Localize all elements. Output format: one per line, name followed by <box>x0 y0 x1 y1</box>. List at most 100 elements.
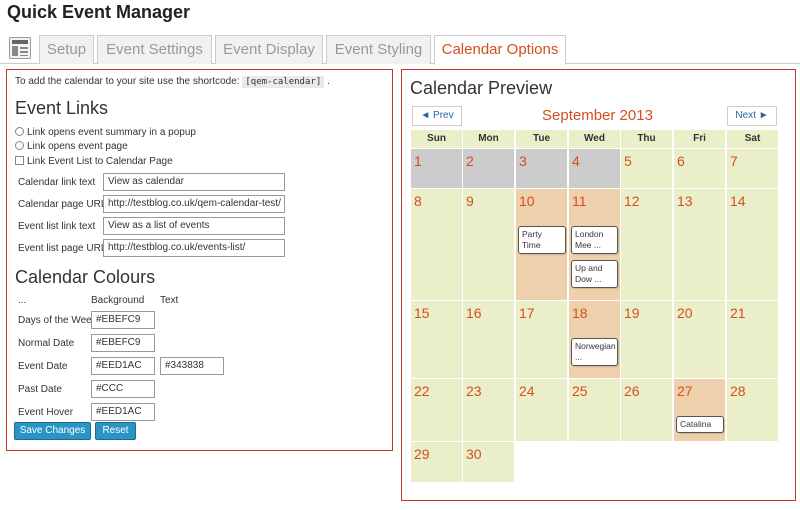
radio-icon[interactable] <box>15 127 24 136</box>
colour-label-days-of-week: Days of the Week <box>18 315 97 326</box>
calendar-day-cell[interactable]: 28 <box>727 379 778 441</box>
calendar-day-cell[interactable]: 16 <box>463 301 514 378</box>
calendar-preview-title: Calendar Preview <box>410 78 553 98</box>
day-number: 11 <box>572 193 587 209</box>
calendar-day-cell[interactable]: 6 <box>674 149 725 188</box>
day-number: 18 <box>572 305 588 321</box>
day-number: 17 <box>519 305 535 321</box>
calendar-day-cell[interactable]: 30 <box>463 442 514 482</box>
calendar-day-cell[interactable]: 4 <box>569 149 620 188</box>
checkbox-icon[interactable] <box>15 156 24 165</box>
tab-calendar-options[interactable]: Calendar Options <box>434 35 566 65</box>
day-number: 3 <box>519 153 527 169</box>
shortcode-code: [qem-calendar] <box>242 76 325 88</box>
day-number: 5 <box>624 153 632 169</box>
event-hover-bg-input[interactable]: #EED1AC <box>91 403 155 421</box>
tab-bar: Setup Event Settings Event Display Event… <box>0 35 800 65</box>
calendar-day-cell[interactable]: 14 <box>727 189 778 300</box>
event-link[interactable]: Norwegian ... <box>571 338 618 366</box>
tab-setup[interactable]: Setup <box>39 35 94 64</box>
calendar-day-cell[interactable]: 12 <box>621 189 672 300</box>
calendar-day-cell[interactable]: 21 <box>727 301 778 378</box>
day-number: 22 <box>414 383 430 399</box>
day-number: 8 <box>414 193 422 209</box>
day-number: 29 <box>414 446 430 462</box>
calendar-page-url-input[interactable]: http://testblog.co.uk/qem-calendar-test/ <box>103 195 285 213</box>
calendar-link-text-input[interactable]: View as calendar <box>103 173 285 191</box>
calendar-day-cell[interactable]: 2 <box>463 149 514 188</box>
event-list-page-url-input[interactable]: http://testblog.co.uk/events-list/ <box>103 239 285 257</box>
dow-header: Sun <box>411 130 462 148</box>
calendar-day-cell[interactable]: 13 <box>674 189 725 300</box>
calendar-day-cell[interactable]: 7 <box>727 149 778 188</box>
event-link[interactable]: Catalina <box>676 416 724 433</box>
calendar-day-cell[interactable]: 19 <box>621 301 672 378</box>
dow-header: Sat <box>727 130 778 148</box>
calendar-day-cell[interactable]: 20 <box>674 301 725 378</box>
day-number: 16 <box>466 305 482 321</box>
past-date-bg-input[interactable]: #CCC <box>91 380 155 398</box>
next-month-button[interactable]: Next ► <box>727 106 777 126</box>
dow-header: Tue <box>516 130 567 148</box>
event-links-heading: Event Links <box>15 98 109 118</box>
calendar-page-url-label: Calendar page URL <box>18 199 107 210</box>
calendar-day-cell[interactable]: 15 <box>411 301 462 378</box>
day-number: 30 <box>466 446 482 462</box>
event-date-bg-input[interactable]: #EED1AC <box>91 357 155 375</box>
day-number: 24 <box>519 383 535 399</box>
tab-event-settings[interactable]: Event Settings <box>97 35 212 64</box>
colours-col-dots: ... <box>18 295 27 306</box>
day-number: 12 <box>624 193 640 209</box>
calendar-day-cell[interactable]: 1 <box>411 149 462 188</box>
day-number: 13 <box>677 193 693 209</box>
event-page-option[interactable]: Link opens event page <box>15 141 128 152</box>
calendar-day-cell[interactable]: 9 <box>463 189 514 300</box>
calendar-day-cell[interactable]: 3 <box>516 149 567 188</box>
day-number: 7 <box>730 153 738 169</box>
calendar-day-cell[interactable]: 8 <box>411 189 462 300</box>
calendar-day-cell[interactable]: 5 <box>621 149 672 188</box>
day-number: 28 <box>730 383 746 399</box>
radio-icon[interactable] <box>15 141 24 150</box>
calendar-day-cell[interactable]: 29 <box>411 442 462 482</box>
event-date-text-input[interactable]: #343838 <box>160 357 224 375</box>
calendar-day-cell[interactable]: 17 <box>516 301 567 378</box>
colour-label-event-hover: Event Hover <box>18 407 74 418</box>
calendar-preview-panel: Calendar Preview ◄ Prev September 2013 N… <box>401 69 796 501</box>
event-list-page-url-label: Event list page URL <box>18 243 107 254</box>
calendar-day-cell[interactable]: 26 <box>621 379 672 441</box>
prev-month-button[interactable]: ◄ Prev <box>412 106 462 126</box>
save-changes-button[interactable]: Save Changes <box>14 422 91 440</box>
calendar-day-cell[interactable]: 22 <box>411 379 462 441</box>
day-number: 2 <box>466 153 474 169</box>
calendar-day-cell[interactable]: 24 <box>516 379 567 441</box>
days-of-week-bg-input[interactable]: #EBEFC9 <box>91 311 155 329</box>
day-number: 10 <box>519 193 535 209</box>
event-link[interactable]: Party Time <box>518 226 566 254</box>
calendar-link-text-label: Calendar link text <box>18 177 96 188</box>
event-list-link-text-input[interactable]: View as a list of events <box>103 217 285 235</box>
day-number: 27 <box>677 383 693 399</box>
colour-label-event-date: Event Date <box>18 361 68 372</box>
tab-event-styling[interactable]: Event Styling <box>326 35 431 64</box>
normal-date-bg-input[interactable]: #EBEFC9 <box>91 334 155 352</box>
tab-event-display[interactable]: Event Display <box>215 35 323 64</box>
calendar-day-cell[interactable]: 23 <box>463 379 514 441</box>
event-link[interactable]: London Mee ... <box>571 226 618 254</box>
day-number: 6 <box>677 153 685 169</box>
calendar-day-cell[interactable]: 25 <box>569 379 620 441</box>
dow-header: Wed <box>569 130 620 148</box>
colours-col-background: Background <box>91 295 145 306</box>
event-link[interactable]: Up and Dow ... <box>571 260 618 288</box>
colour-label-past-date: Past Date <box>18 384 62 395</box>
popup-option[interactable]: Link opens event summary in a popup <box>15 127 196 138</box>
day-number: 26 <box>624 383 640 399</box>
day-number: 15 <box>414 305 430 321</box>
day-number: 19 <box>624 305 640 321</box>
link-event-list-option[interactable]: Link Event List to Calendar Page <box>15 156 173 167</box>
app-title: Quick Event Manager <box>7 2 191 22</box>
reset-button[interactable]: Reset <box>95 422 136 440</box>
calendar-layout-icon <box>9 37 31 59</box>
day-number: 25 <box>572 383 588 399</box>
colour-label-normal-date: Normal Date <box>18 338 75 349</box>
